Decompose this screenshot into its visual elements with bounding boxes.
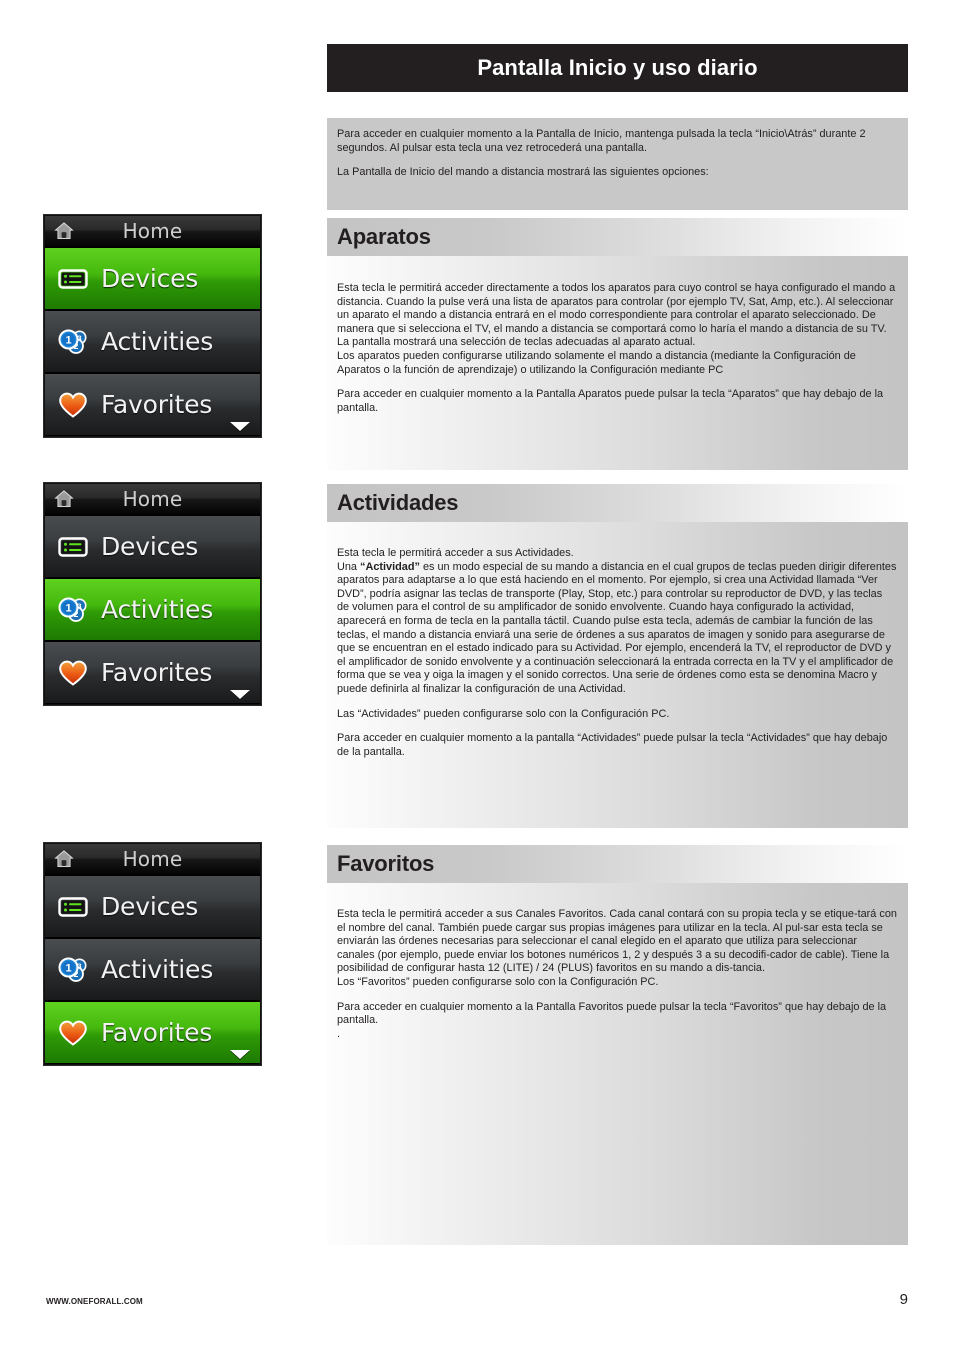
favoritos-paragraph-3: Para acceder en cualquier momento a la P…	[337, 1000, 887, 1027]
aparatos-paragraph-4: Para acceder en cualquier momento a la P…	[337, 388, 884, 414]
section-heading: Aparatos	[337, 224, 431, 249]
lcd-row-favorites[interactable]: Favorites	[45, 1001, 260, 1064]
lcd-row-label: Devices	[101, 892, 199, 921]
page-title: Pantalla Inicio y uso diario	[477, 55, 758, 80]
intro-paragraph-2: La Pantalla de Inicio del mando a distan…	[337, 166, 709, 179]
actividades-p2-pre: Una	[337, 560, 361, 573]
aparatos-text: Esta tecla le permitirá acceder directam…	[337, 282, 897, 415]
lcd-screen-devices-selected: Home Devices 3 2 1 Activ	[44, 215, 261, 437]
scroll-down-arrow-icon[interactable]	[230, 422, 250, 431]
favorites-heart-icon	[59, 660, 87, 686]
svg-text:1: 1	[65, 334, 71, 346]
svg-text:1: 1	[65, 962, 71, 974]
actividad-term: “Actividad”	[360, 560, 420, 573]
lcd-row-label: Activities	[101, 955, 214, 984]
aparatos-paragraph-1: Esta tecla le permitirá acceder directam…	[337, 282, 896, 335]
activities-icon: 3 2 1	[58, 597, 87, 622]
lcd-row-devices[interactable]: Devices	[45, 247, 260, 310]
lcd-row-devices[interactable]: Devices	[45, 875, 260, 938]
aparatos-paragraph-2: La pantalla mostrará una selección de te…	[337, 336, 696, 349]
lcd-row-activities[interactable]: 3 2 1 Activities	[45, 310, 260, 373]
lcd-row-favorites[interactable]: Favorites	[45, 373, 260, 436]
actividades-paragraph-4: Para acceder en cualquier momento a la p…	[337, 732, 888, 758]
lcd-titlebar: Home	[45, 484, 260, 515]
activities-icon: 3 2 1	[58, 957, 87, 982]
actividades-p2-post: es un modo especial de su mando a distan…	[337, 560, 897, 695]
lcd-row-label: Favorites	[101, 390, 213, 419]
actividades-paragraph-2: Una “Actividad” es un modo especial de s…	[337, 561, 897, 697]
intro-text: Para acceder en cualquier momento a la P…	[337, 128, 897, 180]
scroll-down-arrow-icon[interactable]	[230, 690, 250, 699]
favorites-heart-icon	[59, 392, 87, 418]
section-header-favoritos: Favoritos	[327, 845, 908, 883]
section-header-actividades: Actividades	[327, 484, 908, 522]
lcd-row-favorites[interactable]: Favorites	[45, 641, 260, 704]
lcd-title-label: Home	[122, 847, 183, 871]
page-title-bar: Pantalla Inicio y uso diario	[327, 44, 908, 92]
favoritos-paragraph-1: Esta tecla le permitirá acceder a sus Ca…	[337, 908, 897, 975]
favorites-heart-icon	[59, 1020, 87, 1046]
lcd-screen-activities-selected: Home Devices 3 2 1 Activ	[44, 483, 261, 705]
section-header-aparatos: Aparatos	[327, 218, 908, 256]
actividades-text: Esta tecla le permitirá acceder a sus Ac…	[337, 547, 897, 759]
favoritos-paragraph-2: Los “Favoritos” pueden configurarse solo…	[337, 975, 659, 988]
page-number: 9	[899, 1291, 908, 1308]
favoritos-text: Esta tecla le permitirá acceder a sus Ca…	[337, 908, 897, 1041]
footer-website-url[interactable]: WWW.ONEFORALL.COM	[46, 1297, 143, 1306]
screen-mockups-column: Home Devices 3 2 1 Activ	[0, 0, 325, 1350]
lcd-row-activities[interactable]: 3 2 1 Activities	[45, 578, 260, 641]
intro-paragraph-1: Para acceder en cualquier momento a la P…	[337, 128, 866, 154]
section-heading: Favoritos	[337, 851, 435, 876]
lcd-row-devices[interactable]: Devices	[45, 515, 260, 578]
lcd-row-label: Favorites	[101, 1018, 213, 1047]
lcd-title-label: Home	[122, 487, 183, 511]
scroll-down-arrow-icon[interactable]	[230, 1050, 250, 1059]
svg-text:1: 1	[65, 602, 71, 614]
lcd-titlebar: Home	[45, 844, 260, 875]
lcd-row-label: Activities	[101, 595, 214, 624]
devices-icon	[58, 536, 88, 557]
favoritos-paragraph-4: .	[337, 1027, 341, 1040]
lcd-row-activities[interactable]: 3 2 1 Activities	[45, 938, 260, 1001]
lcd-row-label: Devices	[101, 532, 199, 561]
actividades-paragraph-1: Esta tecla le permitirá acceder a sus Ac…	[337, 547, 574, 559]
activities-icon: 3 2 1	[58, 329, 87, 354]
devices-icon	[58, 268, 88, 289]
aparatos-paragraph-3: Los aparatos pueden configurarse utiliza…	[337, 349, 856, 376]
lcd-row-label: Favorites	[101, 658, 213, 687]
devices-icon	[58, 896, 88, 917]
lcd-row-label: Devices	[101, 264, 199, 293]
actividades-paragraph-3: Las “Actividades” pueden configurarse so…	[337, 707, 670, 720]
section-heading: Actividades	[337, 490, 459, 515]
lcd-title-label: Home	[122, 219, 183, 243]
lcd-titlebar: Home	[45, 216, 260, 247]
lcd-row-label: Activities	[101, 327, 214, 356]
lcd-screen-favorites-selected: Home Devices 3 2 1 Activ	[44, 843, 261, 1065]
